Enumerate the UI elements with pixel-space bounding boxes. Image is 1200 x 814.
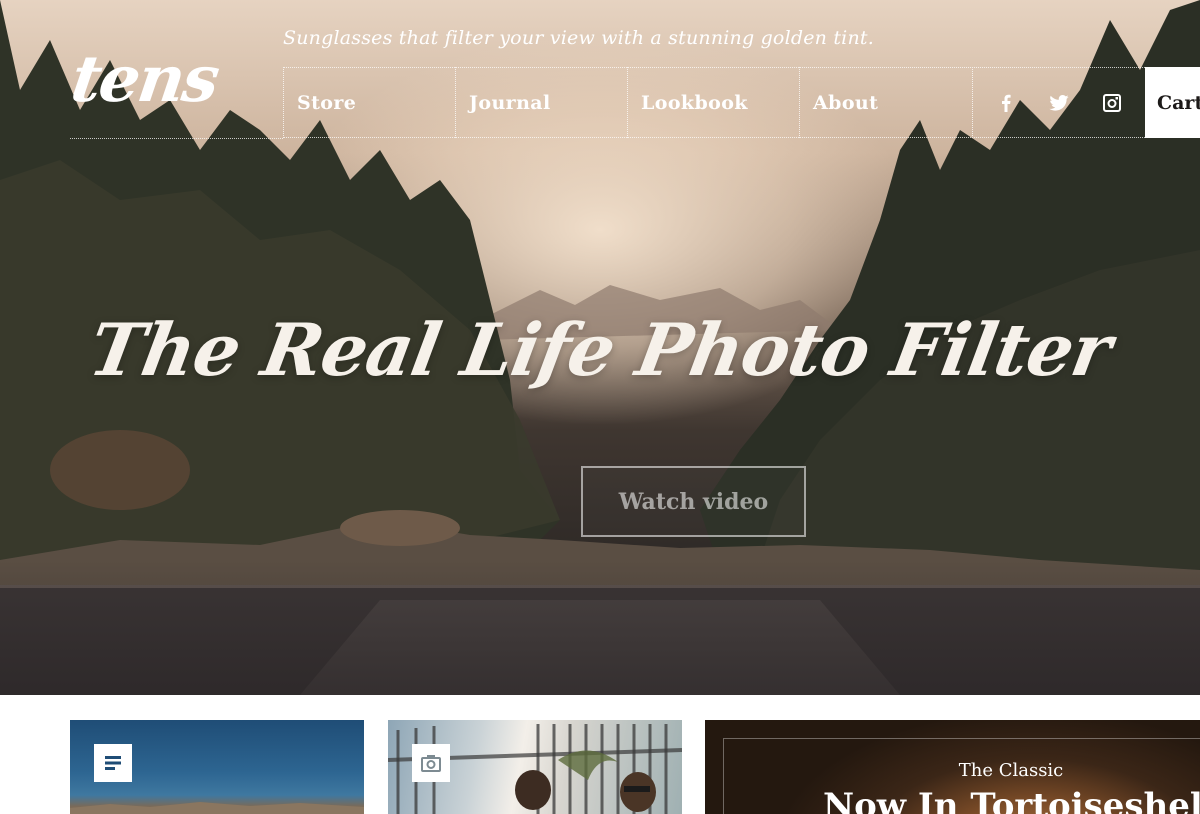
facebook-icon[interactable]	[991, 88, 1021, 118]
main-nav: Store Journal Lookbook About	[283, 67, 971, 138]
cart-button[interactable]: Cart	[1145, 67, 1200, 138]
twitter-icon[interactable]	[1044, 88, 1074, 118]
nav-item-about[interactable]: About	[799, 67, 971, 138]
social-links	[972, 67, 1145, 138]
nav-item-lookbook[interactable]: Lookbook	[627, 67, 799, 138]
nav-item-journal[interactable]: Journal	[455, 67, 627, 138]
tortoiseshell-card[interactable]: The Classic Now In Tortoiseshell	[705, 720, 1200, 814]
article-icon	[94, 744, 132, 782]
tens-logo[interactable]: tens	[67, 42, 222, 117]
card-title: Now In Tortoiseshell	[823, 786, 1200, 814]
card-kicker: The Classic	[958, 760, 1064, 781]
hero-shade	[0, 560, 1200, 695]
hero-headline: The Real Life Photo Filter	[83, 307, 1118, 392]
nav-divider-line	[70, 138, 283, 139]
watch-video-button[interactable]: Watch video	[581, 466, 806, 537]
tagline: Sunglasses that filter your view with a …	[283, 27, 874, 49]
journal-card[interactable]	[70, 720, 364, 814]
nav-item-store[interactable]: Store	[283, 67, 455, 138]
instagram-icon[interactable]	[1097, 88, 1127, 118]
camera-icon	[412, 744, 450, 782]
card-landscape	[70, 802, 364, 814]
lookbook-card[interactable]	[388, 720, 682, 814]
